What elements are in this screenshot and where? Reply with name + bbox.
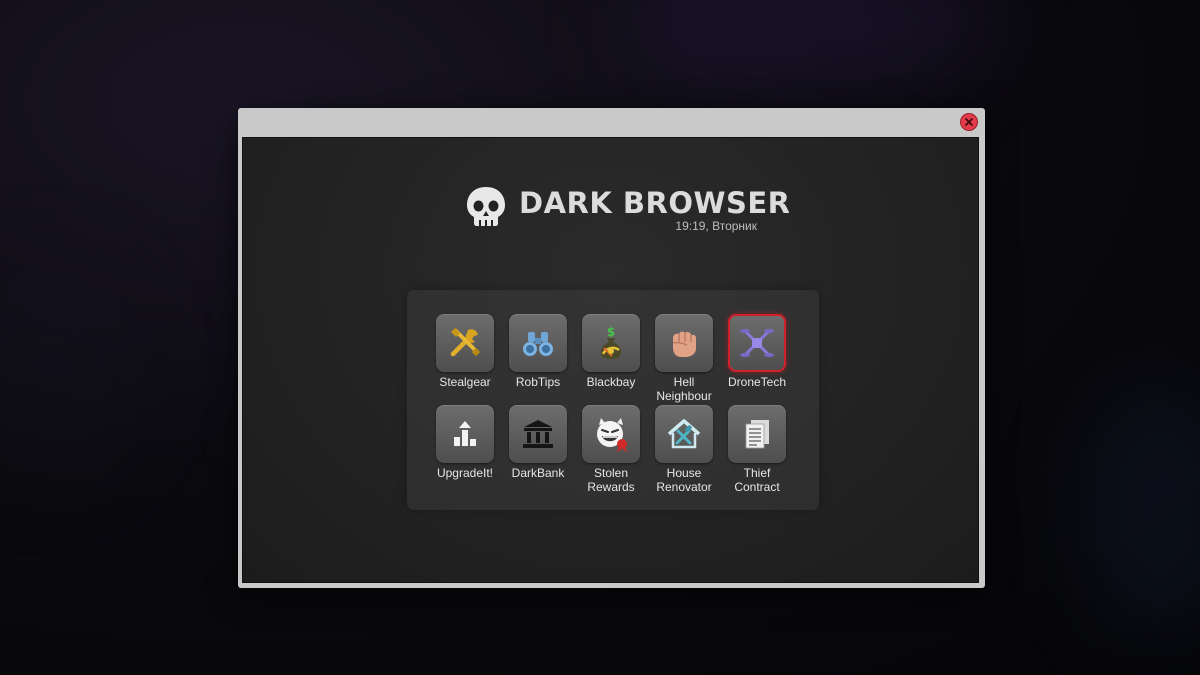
- app-tile[interactable]: [728, 405, 786, 463]
- binoculars-icon: [523, 332, 553, 356]
- svg-text:$: $: [607, 325, 615, 339]
- money-bag-icon: $: [600, 325, 622, 359]
- house-tools-icon: [667, 419, 701, 449]
- app-hell-neighbour[interactable]: Hell Neighbour: [649, 314, 719, 403]
- app-tile[interactable]: [655, 314, 713, 372]
- browser-window: DARK BROWSER 19:19, Вторник Stealgear Ro…: [238, 108, 985, 588]
- app-label: Hell Neighbour: [656, 375, 712, 403]
- app-darkbank[interactable]: DarkBank: [503, 405, 573, 480]
- app-label: DroneTech: [727, 375, 787, 389]
- app-label: UpgradeIt!: [436, 466, 494, 480]
- app-label: House Renovator: [656, 466, 712, 494]
- app-label: Thief Contract: [734, 466, 780, 494]
- clock-readout: 19:19, Вторник: [675, 219, 757, 233]
- app-label: DarkBank: [511, 466, 565, 480]
- drone-icon: [740, 329, 774, 357]
- app-label: Stolen Rewards: [587, 466, 635, 494]
- page-title: DARK BROWSER: [519, 186, 791, 220]
- app-tile[interactable]: [509, 405, 567, 463]
- background-glow: [0, 260, 140, 480]
- app-label: RobTips: [515, 375, 561, 389]
- app-label: Stealgear: [439, 375, 491, 389]
- fist-icon: [672, 331, 697, 357]
- upgrade-icon: [454, 421, 476, 446]
- app-tile[interactable]: $: [582, 314, 640, 372]
- close-icon: [965, 118, 973, 126]
- apps-panel: Stealgear RobTips $ Blackbay Hell Neighb…: [407, 290, 819, 510]
- close-button[interactable]: [960, 113, 978, 131]
- app-upgradeit[interactable]: UpgradeIt!: [430, 405, 500, 480]
- devil-smiley-icon: [597, 418, 627, 452]
- app-tile[interactable]: [436, 314, 494, 372]
- background-glow: [620, 0, 1000, 100]
- app-house-renovator[interactable]: House Renovator: [649, 405, 719, 494]
- app-dronetech[interactable]: DroneTech: [722, 314, 792, 389]
- app-stolen-rewards[interactable]: Stolen Rewards: [576, 405, 646, 494]
- app-tile-selected[interactable]: [728, 314, 786, 372]
- app-blackbay[interactable]: $ Blackbay: [576, 314, 646, 389]
- bank-icon: [523, 420, 553, 448]
- app-tile[interactable]: [582, 405, 640, 463]
- tools-icon: [450, 328, 480, 357]
- app-label: Blackbay: [586, 375, 636, 389]
- browser-content: DARK BROWSER 19:19, Вторник Stealgear Ro…: [242, 137, 979, 583]
- background-glow: [1080, 380, 1200, 640]
- app-robtips[interactable]: RobTips: [503, 314, 573, 389]
- app-tile[interactable]: [509, 314, 567, 372]
- app-stealgear[interactable]: Stealgear: [430, 314, 500, 389]
- app-tile[interactable]: [655, 405, 713, 463]
- app-thief-contract[interactable]: Thief Contract: [722, 405, 792, 494]
- brand-header: DARK BROWSER 19:19, Вторник: [463, 180, 790, 250]
- window-titlebar[interactable]: [238, 108, 985, 136]
- app-tile[interactable]: [436, 405, 494, 463]
- contract-document-icon: [745, 420, 769, 449]
- skull-icon: [467, 187, 505, 226]
